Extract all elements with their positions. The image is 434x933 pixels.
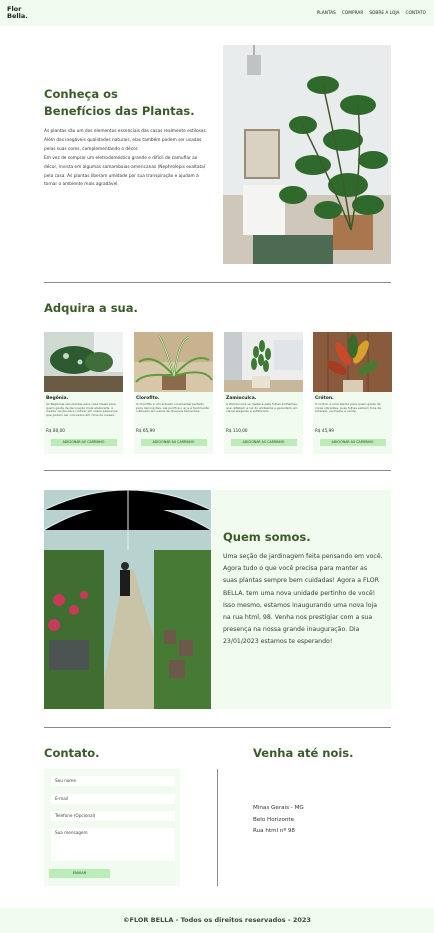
address-line1: Minas Gerais - MG: [253, 805, 304, 811]
product-desc: O Clorofito é um arbusto ornamental perf…: [136, 403, 209, 414]
product-image-clorofito: [134, 332, 213, 392]
site-footer: ©FLOR BELLA - Todos os direitos reservad…: [0, 908, 434, 933]
hero-title-line2: Benefícios das Plantas.: [44, 104, 195, 118]
divider-2: [44, 470, 391, 471]
send-button[interactable]: ENVIAR: [49, 869, 110, 878]
hero-title-line1: Conheça os: [44, 87, 118, 101]
product-desc: A Zamioculca se destaca pela folhas bril…: [226, 403, 298, 414]
greenhouse-image: [44, 490, 211, 709]
address-line3: Rua html nº 98: [253, 828, 295, 834]
add-to-cart-button[interactable]: ADICIONAR AO CARRINHO: [50, 439, 117, 446]
site-header: Flor Bella. PLANTAS COMPRAR SOBRE A LOJA…: [0, 0, 434, 26]
name-field[interactable]: Seu nome: [51, 776, 175, 786]
product-name: Cróton.: [315, 396, 334, 401]
divider-1: [44, 282, 391, 283]
add-to-cart-button[interactable]: ADICIONAR AO CARRINHO: [230, 439, 297, 446]
about-title: Quem somos.: [223, 530, 311, 544]
logo-line2: Bella.: [7, 12, 28, 20]
phone-field[interactable]: Telefone (Opcional): [51, 811, 175, 821]
contact-divider: [217, 769, 218, 886]
about-section: Quem somos. Uma seção de jardinagem feit…: [212, 490, 391, 709]
product-card-croton: Cróton. O Cróton é uma planta para quem …: [313, 332, 392, 454]
nav-link-contato[interactable]: CONTATO: [406, 11, 427, 16]
add-to-cart-button[interactable]: ADICIONAR AO CARRINHO: [319, 439, 386, 446]
contact-title: Contato.: [44, 746, 100, 760]
product-desc: As Begônias são plantas para casa ideais…: [46, 403, 118, 417]
product-image-begonia: [44, 332, 123, 392]
product-price: R$ 65,99: [136, 428, 155, 433]
product-image-zamioculca: [224, 332, 303, 392]
hero-paragraph-1: As plantas são um dos elementos essencia…: [44, 129, 208, 152]
product-card-zamioculca: Zamioculca. A Zamioculca se destaca pela…: [224, 332, 303, 454]
product-name: Clorofito.: [136, 396, 160, 401]
divider-3: [44, 727, 391, 728]
nav-link-comprar[interactable]: COMPRAR: [342, 11, 363, 16]
nav-link-plantas[interactable]: PLANTAS: [317, 11, 336, 16]
hero-paragraph-2: Em vez de comprar um eletrodoméstico gra…: [44, 155, 206, 188]
product-card-clorofito: Clorofito. O Clorofito é um arbusto orna…: [134, 332, 213, 454]
product-card-begonia: Begônia. As Begônias são plantas para ca…: [44, 332, 123, 454]
footer-text: ©FLOR BELLA - Todos os direitos reservad…: [123, 916, 311, 924]
hero-plant-image: [223, 45, 391, 264]
product-price: R$ 110,00: [226, 428, 248, 433]
hero-title: Conheça os Benefícios das Plantas.: [44, 86, 219, 120]
product-price: R$ 80,00: [46, 428, 65, 433]
product-name: Begônia.: [46, 396, 69, 401]
message-field[interactable]: Sua mensagem: [51, 828, 175, 861]
add-to-cart-button[interactable]: ADICIONAR AO CARRINHO: [140, 439, 207, 446]
email-field[interactable]: E-mail: [51, 794, 175, 804]
product-price: R$ 45,99: [315, 428, 334, 433]
contact-form: Seu nome E-mail Telefone (Opcional) Sua …: [44, 769, 180, 886]
visit-title: Venha até nois.: [253, 746, 354, 760]
product-desc: O Cróton é uma planta para quem gosta de…: [315, 403, 382, 414]
address-block: Minas Gerais - MG Belo Horizonte Rua htm…: [253, 803, 304, 838]
shop-title: Adquira a sua.: [44, 301, 138, 315]
hero-text: As plantas são um dos elementos essencia…: [44, 128, 209, 190]
nav-link-sobre[interactable]: SOBRE A LOJA: [369, 11, 399, 16]
address-line2: Belo Horizonte: [253, 816, 295, 823]
product-image-croton: [313, 332, 392, 392]
about-text: Uma seção de jardinagem feita pensando e…: [223, 553, 383, 646]
main-nav: PLANTAS COMPRAR SOBRE A LOJA CONTATO: [317, 11, 426, 16]
product-name: Zamioculca.: [226, 396, 257, 401]
logo[interactable]: Flor Bella.: [7, 6, 28, 20]
